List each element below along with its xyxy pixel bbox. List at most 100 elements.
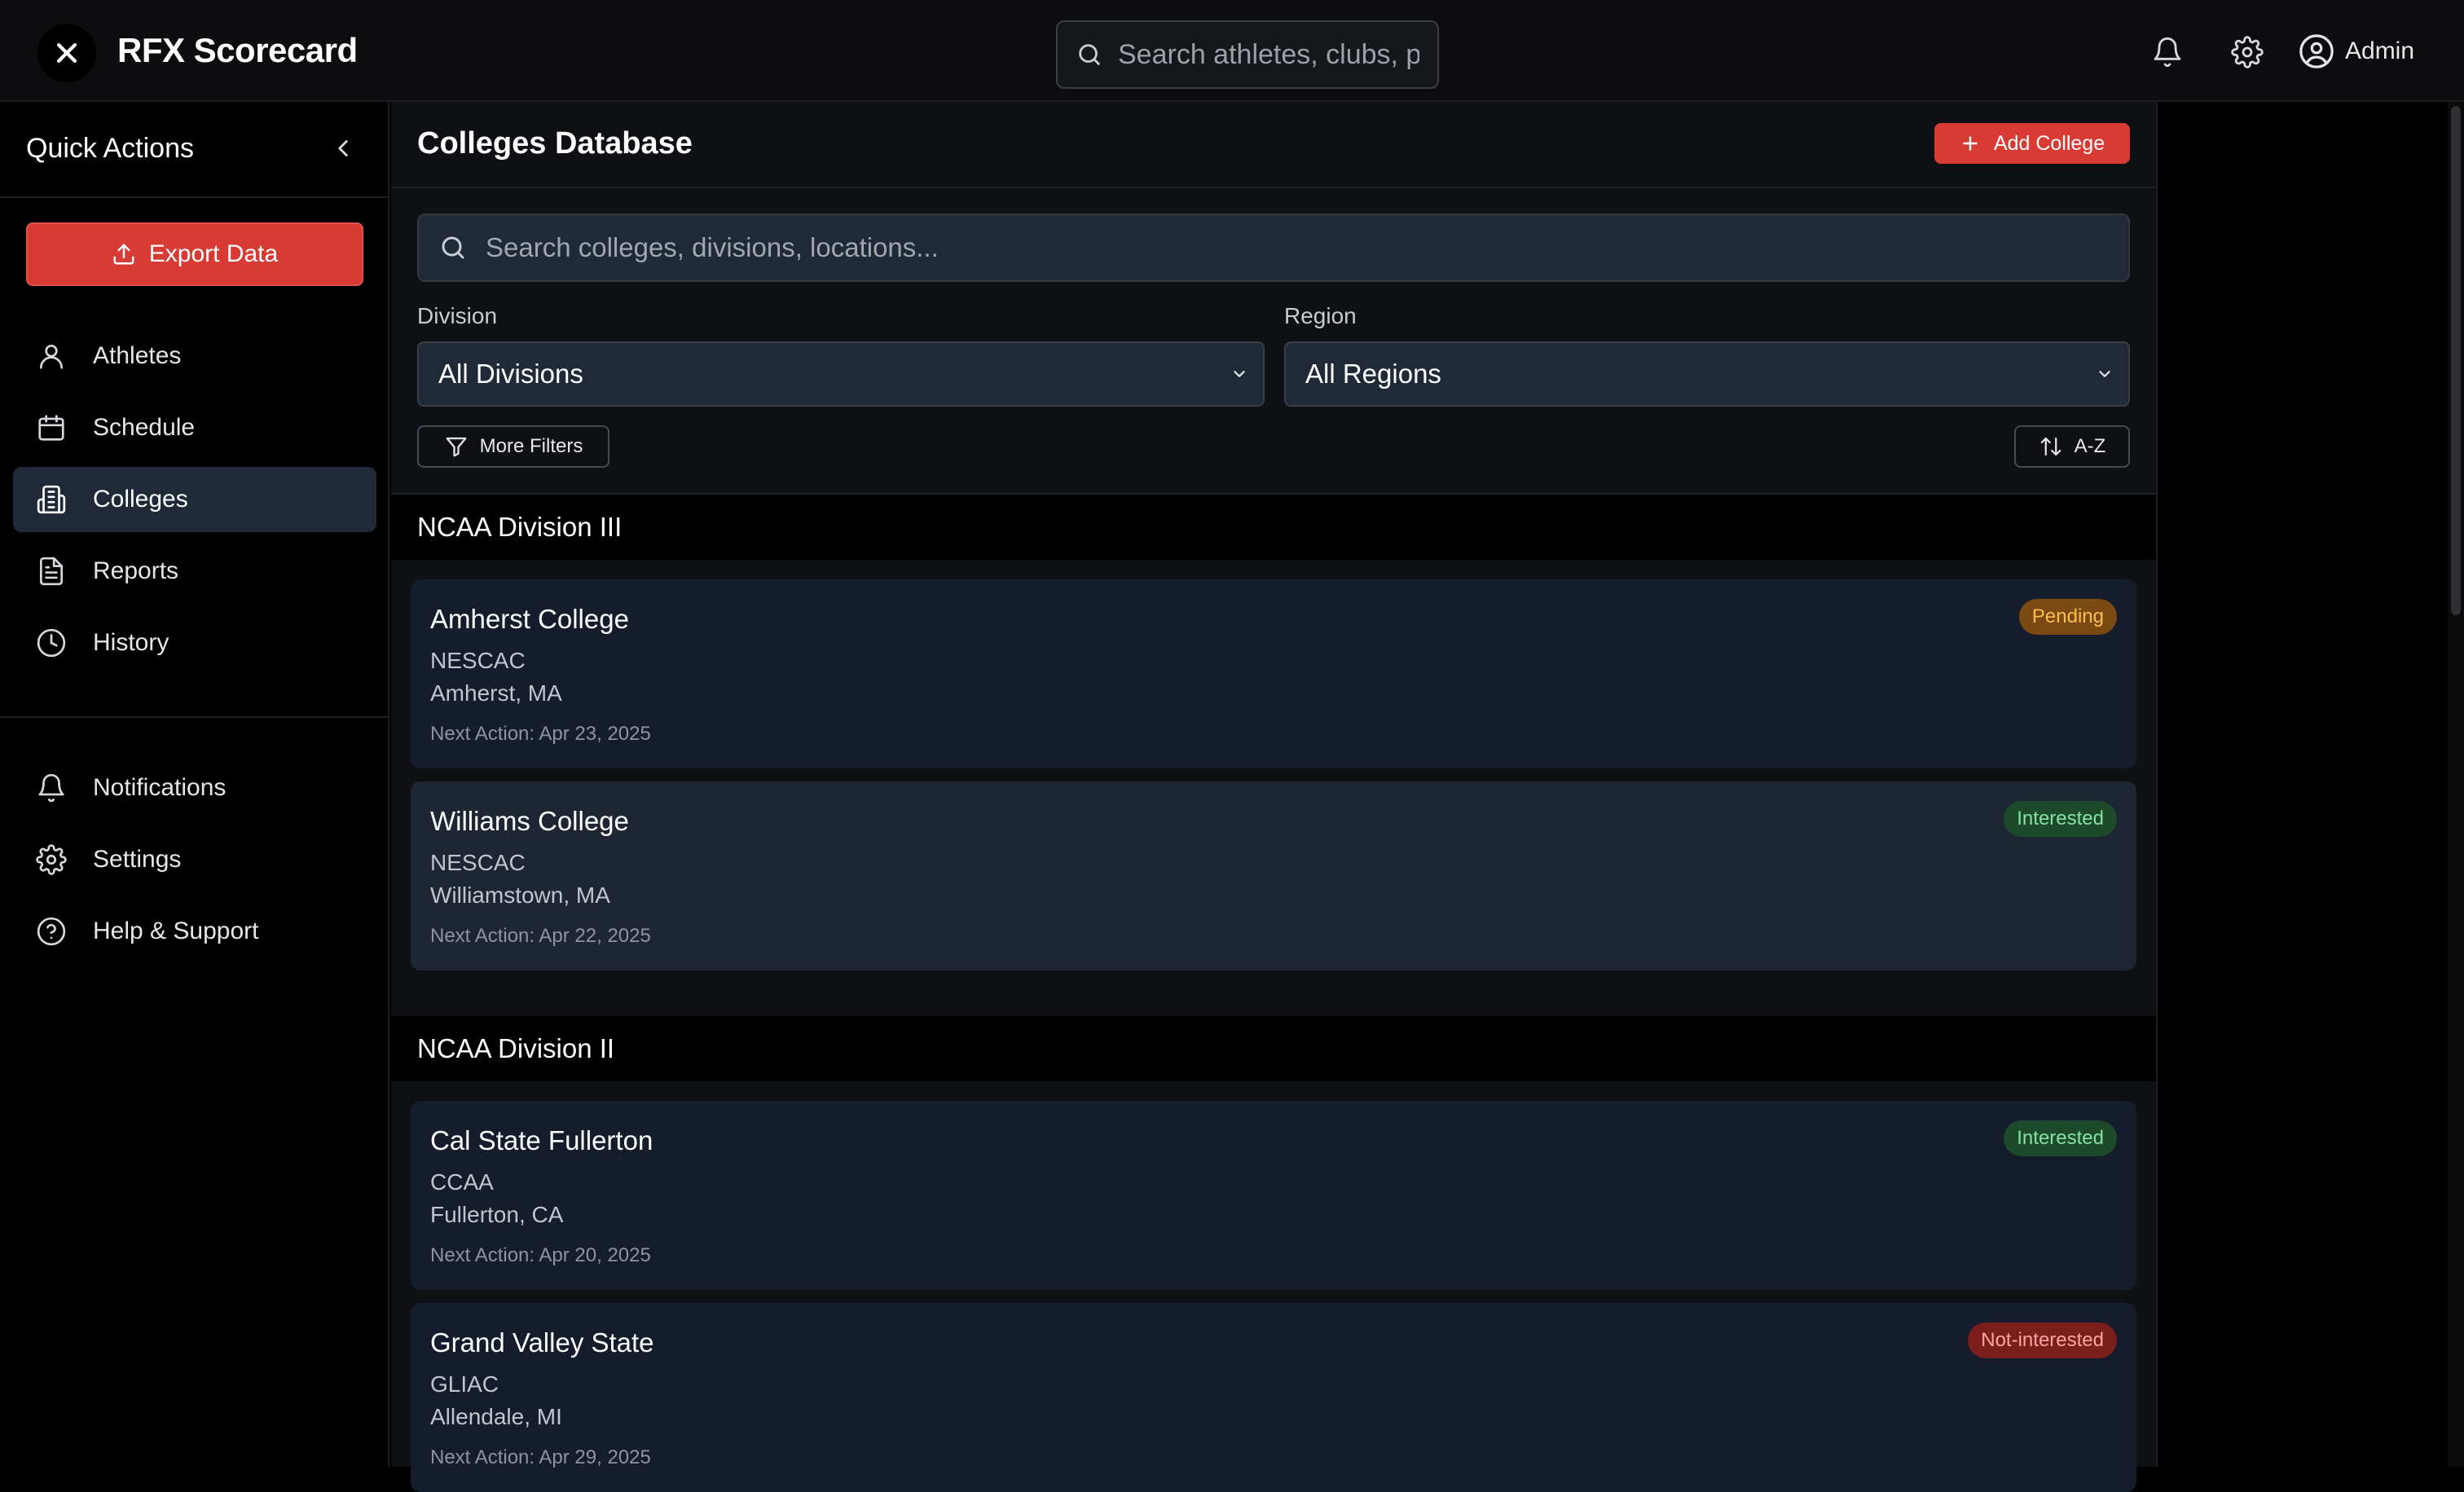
division-select[interactable]: All Divisions [417, 341, 1265, 407]
sidebar-item-schedule[interactable]: Schedule [13, 395, 376, 460]
user-circle-icon [2299, 34, 2334, 68]
sidebar-item-settings[interactable]: Settings [13, 827, 376, 892]
sidebar-item-label: Schedule [93, 414, 196, 441]
college-conference: GLIAC [430, 1371, 499, 1397]
sidebar-item-label: History [93, 629, 169, 656]
sidebar-item-reports[interactable]: Reports [13, 539, 376, 604]
sidebar-item-history[interactable]: History [13, 610, 376, 676]
more-filters-button[interactable]: More Filters [417, 425, 609, 468]
college-card[interactable]: Grand Valley State GLIAC Allendale, MI N… [411, 1303, 2136, 1492]
group-title: NCAA Division II [417, 1033, 615, 1063]
region-select[interactable]: All Regions [1284, 341, 2130, 407]
group-title: NCAA Division III [417, 512, 623, 542]
user-label: Admin [2345, 37, 2415, 64]
add-college-button[interactable]: Add College [1934, 123, 2130, 164]
divider [391, 187, 2156, 188]
college-next-action: Next Action: Apr 22, 2025 [430, 925, 651, 947]
college-name: Grand Valley State [430, 1327, 654, 1358]
college-name: Cal State Fullerton [430, 1125, 653, 1155]
sort-button[interactable]: A-Z [2014, 425, 2130, 468]
more-filters-label: More Filters [479, 435, 583, 457]
search-icon [1079, 44, 1100, 65]
filter-icon [446, 437, 467, 457]
sidebar-item-help-support[interactable]: Help & Support [13, 899, 376, 964]
chevron-left-icon [338, 140, 348, 156]
top-bar: RFX Scorecard Admin [0, 0, 2464, 102]
export-data-button[interactable]: Export Data [26, 222, 363, 286]
status-badge: Interested [2004, 801, 2117, 837]
college-card[interactable]: Amherst College NESCAC Amherst, MA Next … [411, 579, 2136, 768]
plus-icon [1963, 136, 1978, 151]
collapse-sidebar-button[interactable] [329, 134, 357, 162]
college-location: Amherst, MA [430, 680, 562, 706]
college-search[interactable] [417, 213, 2130, 282]
bell-icon [38, 773, 64, 803]
document-icon [39, 557, 64, 586]
college-conference: NESCAC [430, 648, 526, 673]
sidebar-item-label: Colleges [93, 486, 188, 513]
region-label: Region [1284, 303, 1357, 328]
building-icon [37, 485, 66, 514]
chevron-down-icon [1234, 371, 1245, 377]
global-search[interactable] [1056, 20, 1439, 89]
gear-icon [36, 844, 67, 875]
college-next-action: Next Action: Apr 29, 2025 [430, 1446, 651, 1468]
sidebar-item-notifications[interactable]: Notifications [13, 755, 376, 821]
close-button[interactable] [37, 24, 96, 82]
college-search-input[interactable] [486, 232, 2034, 263]
college-name: Williams College [430, 806, 629, 836]
region-select-value: All Regions [1305, 359, 1441, 389]
division-select-value: All Divisions [438, 359, 583, 389]
college-next-action: Next Action: Apr 23, 2025 [430, 723, 651, 745]
upload-icon [113, 244, 134, 265]
college-card[interactable]: Cal State Fullerton CCAA Fullerton, CA N… [411, 1101, 2136, 1290]
college-card[interactable]: Williams College NESCAC Williamstown, MA… [411, 781, 2136, 970]
sort-label: A-Z [2074, 435, 2106, 457]
sidebar-item-label: Help & Support [93, 918, 259, 944]
notifications-button[interactable] [2151, 36, 2184, 68]
search-icon [442, 236, 464, 259]
division-label: Division [417, 303, 498, 328]
chevron-down-icon [2099, 371, 2110, 377]
sidebar-item-label: Settings [93, 846, 182, 873]
sort-icon [2040, 437, 2061, 456]
sidebar-item-label: Notifications [93, 774, 227, 801]
college-location: Fullerton, CA [430, 1202, 564, 1227]
global-search-input[interactable] [1118, 38, 1419, 71]
help-icon [37, 917, 66, 946]
scrollbar-thumb[interactable] [2451, 106, 2461, 615]
divider [0, 716, 389, 718]
status-badge: Not-interested [1968, 1323, 2117, 1358]
status-badge: Pending [2018, 599, 2117, 635]
divider [0, 196, 389, 198]
college-conference: CCAA [430, 1169, 494, 1195]
user-menu[interactable]: Admin [2298, 33, 2414, 70]
sidebar-item-label: Reports [93, 557, 179, 584]
sidebar-title: Quick Actions [26, 133, 194, 164]
user-icon [39, 344, 64, 369]
sidebar-item-colleges[interactable]: Colleges [13, 467, 376, 532]
college-conference: NESCAC [430, 850, 526, 875]
college-next-action: Next Action: Apr 20, 2025 [430, 1244, 651, 1266]
sidebar: Quick Actions Export Data Athletes Sched… [0, 102, 389, 1467]
group-header: NCAA Division III [391, 495, 2156, 560]
status-badge: Interested [2004, 1120, 2117, 1156]
calendar-icon [38, 415, 64, 441]
sidebar-item-label: Athletes [93, 342, 182, 369]
export-data-label: Export Data [148, 240, 279, 267]
group-header: NCAA Division II [391, 1016, 2156, 1081]
settings-button[interactable] [2231, 36, 2264, 68]
page-title: Colleges Database [417, 126, 693, 161]
colleges-panel: Colleges Database Add College Division A… [391, 102, 2156, 1492]
clock-icon [37, 628, 66, 658]
right-panel [2156, 102, 2464, 1467]
gear-icon [2231, 36, 2264, 68]
bell-icon [2154, 37, 2181, 68]
sidebar-item-athletes[interactable]: Athletes [13, 323, 376, 389]
app-title: RFX Scorecard [117, 31, 358, 69]
college-location: Williamstown, MA [430, 882, 610, 908]
college-location: Allendale, MI [430, 1404, 562, 1429]
close-icon [56, 42, 77, 64]
college-name: Amherst College [430, 604, 629, 634]
add-college-label: Add College [1993, 131, 2105, 155]
